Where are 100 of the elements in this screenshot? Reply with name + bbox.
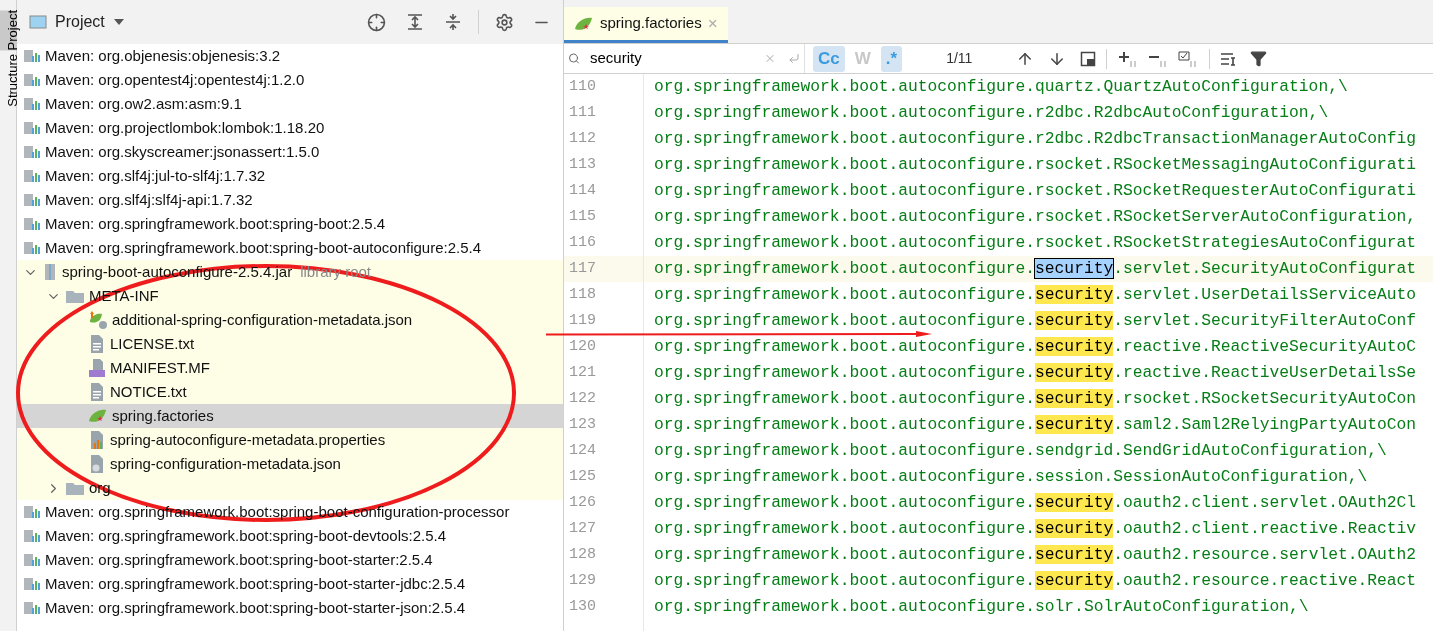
tree-item-label: NOTICE.txt — [110, 381, 187, 402]
code-text: org.springframework.boot.autoconfigure.rsocket.RSocketMessagingAutoConfigurati — [654, 155, 1417, 174]
tree-item[interactable]: spring-configuration-metadata.json — [17, 452, 563, 476]
tree-item[interactable]: Maven: org.springframework.boot:spring-boot:2.5.4 — [17, 212, 563, 236]
tree-item[interactable]: Maven: org.springframework.boot:spring-boot-starter-json:2.5.4 — [17, 596, 563, 620]
library-icon — [23, 552, 41, 568]
line-number: 114 — [568, 181, 597, 201]
properties-file-icon — [88, 430, 106, 450]
match-count: 1/11 — [946, 49, 974, 68]
search-match: security — [1035, 311, 1114, 330]
editor-tab[interactable]: spring.factories × — [564, 7, 728, 43]
tree-item-label: Maven: org.springframework.boot:spring-boot-devtools:2.5.4 — [45, 525, 447, 546]
project-view-dropdown[interactable]: Project — [55, 10, 125, 34]
tree-item[interactable]: Maven: org.springframework.boot:spring-boot-devtools:2.5.4 — [17, 524, 563, 548]
line-number: 113 — [568, 155, 597, 175]
tree-item-label: Maven: org.springframework.boot:spring-boot:2.5.4 — [45, 213, 386, 234]
code-text: org.springframework.boot.autoconfigure. — [654, 493, 1036, 512]
code-text: .oauth2.client.servlet.OAuth2Cl — [1113, 493, 1417, 512]
tree-item-label: Maven: org.slf4j:slf4j-api:1.7.32 — [45, 189, 253, 210]
search-match: security — [1035, 337, 1114, 356]
tree-item[interactable]: NOTICE.txt — [17, 380, 563, 404]
tree-item[interactable]: Maven: org.springframework.boot:spring-boot-autoconfigure:2.5.4 — [17, 236, 563, 260]
library-icon — [23, 600, 41, 616]
search-input[interactable]: security — [590, 47, 760, 70]
tree-item-label: Maven: org.slf4j:jul-to-slf4j:1.7.32 — [45, 165, 266, 186]
panel-icon — [29, 14, 47, 30]
tree-item-label: Maven: org.springframework.boot:spring-boot-starter-json:2.5.4 — [45, 597, 466, 618]
code-text: org.springframework.boot.autoconfigure.rsocket.RSocketStrategiesAutoConfigurat — [654, 233, 1417, 252]
code-text: .oauth2.client.reactive.Reactiv — [1113, 519, 1417, 538]
side-tab[interactable]: Structure — [0, 54, 17, 108]
search-match: security — [1035, 285, 1114, 304]
text-file-icon — [88, 334, 106, 354]
tree-item[interactable]: Maven: org.skyscreamer:jsonassert:1.5.0 — [17, 140, 563, 164]
code-text: .reactive.ReactiveUserDetailsSe — [1113, 363, 1417, 382]
manifest-file-icon — [88, 358, 106, 378]
line-number: 112 — [568, 129, 597, 149]
library-icon — [23, 528, 41, 544]
code-text: .oauth2.resource.reactive.React — [1113, 571, 1417, 590]
tree-item[interactable]: Maven: org.slf4j:slf4j-api:1.7.32 — [17, 188, 563, 212]
line-number: 121 — [568, 363, 597, 383]
tree-item-label: spring-configuration-metadata.json — [110, 453, 341, 474]
tree-item[interactable]: MANIFEST.MF — [17, 356, 563, 380]
tree-item-label: LICENSE.txt — [110, 333, 195, 354]
tree-item[interactable]: LICENSE.txt — [17, 332, 563, 356]
line-number: 111 — [568, 103, 597, 123]
filter-icon[interactable] — [1250, 50, 1268, 67]
tree-item-label: Maven: org.projectlombok:lombok:1.18.20 — [45, 117, 325, 138]
tree-item-label: Maven: org.springframework.boot:spring-boot-starter-jdbc:2.5.4 — [45, 573, 466, 594]
code-text: org.springframework.boot.autoconfigure. — [654, 571, 1036, 590]
tree-item[interactable]: spring-autoconfigure-metadata.properties — [17, 428, 563, 452]
code-text: .oauth2.resource.servlet.OAuth2 — [1113, 545, 1417, 564]
locate-icon[interactable] — [367, 12, 386, 32]
tree-item-label: Maven: org.ow2.asm:asm:9.1 — [45, 93, 242, 114]
tree-item-label: Maven: org.objenesis:objenesis:3.2 — [45, 45, 281, 66]
tree-item[interactable]: Maven: org.opentest4j:opentest4j:1.2.0 — [17, 68, 563, 92]
tree-item[interactable]: Maven: org.projectlombok:lombok:1.18.20 — [17, 116, 563, 140]
search-match: security — [1035, 259, 1114, 278]
line-number: 128 — [568, 545, 597, 565]
expand-all-icon[interactable] — [406, 13, 424, 31]
window-icon[interactable] — [1080, 50, 1097, 67]
tree-item-label: MANIFEST.MF — [110, 357, 210, 378]
tree-item[interactable]: spring.factories — [17, 404, 563, 428]
line-number: 125 — [568, 467, 597, 487]
code-text: org.springframework.boot.autoconfigure. — [654, 259, 1036, 278]
tree-item[interactable]: additional-spring-configuration-metadata.json — [17, 308, 563, 332]
code-text: org.springframework.boot.autoconfigure. — [654, 311, 1036, 330]
dropdown-caret-icon — [112, 18, 125, 26]
library-icon — [23, 120, 41, 136]
library-icon — [23, 72, 41, 88]
search-icon — [568, 51, 580, 66]
library-icon — [23, 168, 41, 184]
tree-item[interactable]: Maven: org.slf4j:jul-to-slf4j:1.7.32 — [17, 164, 563, 188]
tree-item-label: spring-autoconfigure-metadata.properties — [110, 429, 386, 450]
tree-item-label: Maven: org.springframework.boot:spring-boot-starter:2.5.4 — [45, 549, 433, 570]
config-file-icon — [88, 310, 108, 330]
library-icon — [23, 216, 41, 232]
line-number: 123 — [568, 415, 597, 435]
line-number: 129 — [568, 571, 597, 591]
search-match: security — [1035, 389, 1114, 408]
code-text: org.springframework.boot.autoconfigure. — [654, 519, 1036, 538]
line-number: 120 — [568, 337, 597, 357]
tree-item-label: spring.factories — [112, 405, 214, 426]
library-icon — [23, 240, 41, 256]
line-number: 126 — [568, 493, 597, 513]
code-text: org.springframework.boot.autoconfigure. — [654, 545, 1036, 564]
tree-item[interactable]: Maven: org.ow2.asm:asm:9.1 — [17, 92, 563, 116]
code-text: org.springframework.boot.autoconfigure.solr.SolrAutoConfiguration,\ — [654, 597, 1309, 616]
line-number: 124 — [568, 441, 597, 461]
tree-item-label: additional-spring-configuration-metadata.json — [112, 309, 413, 330]
search-field[interactable]: security — [564, 44, 804, 73]
code-text: org.springframework.boot.autoconfigure.quartz.QuartzAutoConfiguration,\ — [654, 77, 1348, 96]
code-text: org.springframework.boot.autoconfigure. — [654, 285, 1036, 304]
library-icon — [23, 576, 41, 592]
tree-item[interactable]: Maven: org.springframework.boot:spring-boot-starter:2.5.4 — [17, 548, 563, 572]
library-icon — [23, 48, 41, 64]
settings-icon[interactable] — [495, 12, 514, 32]
collapse-all-icon[interactable] — [444, 13, 462, 31]
tree-item[interactable]: Maven: org.objenesis:objenesis:3.2 — [17, 44, 563, 68]
tree-item[interactable]: Maven: org.springframework.boot:spring-boot-starter-jdbc:2.5.4 — [17, 572, 563, 596]
code-text: org.springframework.boot.autoconfigure.rsocket.RSocketServerAutoConfiguration, — [654, 207, 1417, 226]
